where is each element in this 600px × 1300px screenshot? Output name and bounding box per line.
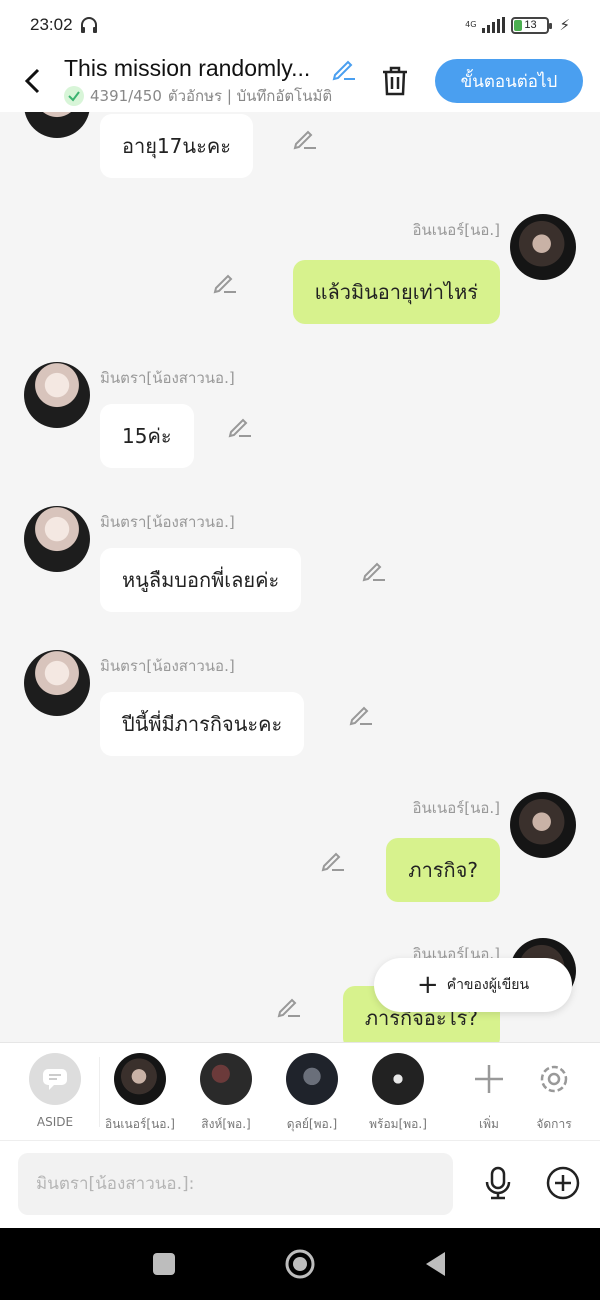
sender-name: มินตรา[น้องสาวนอ.] bbox=[100, 513, 235, 531]
edit-message-icon[interactable] bbox=[212, 270, 238, 296]
autosave-label: ตัวอักษร | บันทึกอัตโนมัติ bbox=[167, 86, 333, 105]
character-item[interactable]: อินเนอร์[นอ.] bbox=[100, 1053, 180, 1134]
battery-level: 13 bbox=[524, 19, 537, 31]
aside-label: ASIDE bbox=[36, 1115, 74, 1129]
character-item[interactable]: พร้อม[พอ.] bbox=[358, 1053, 438, 1134]
sender-name: มินตรา[น้องสาวนอ.] bbox=[100, 657, 235, 675]
message-bubble[interactable]: ภารกิจ? bbox=[386, 838, 500, 902]
charging-icon: ⚡ bbox=[559, 16, 570, 34]
manage-label: จัดการ bbox=[536, 1117, 572, 1131]
character-label: พร้อม[พอ.] bbox=[369, 1117, 427, 1131]
sender-name: อินเนอร์[นอ.] bbox=[412, 221, 500, 239]
author-note-button[interactable]: + คำของผู้เขียน bbox=[374, 958, 572, 1012]
network-label: 4G bbox=[465, 20, 477, 29]
edit-message-icon[interactable] bbox=[348, 702, 374, 728]
home-icon[interactable] bbox=[284, 1248, 316, 1280]
edit-message-icon[interactable] bbox=[320, 848, 346, 874]
check-icon bbox=[64, 85, 84, 106]
recents-icon[interactable] bbox=[148, 1248, 180, 1280]
add-label: เพิ่ม bbox=[479, 1117, 499, 1131]
gear-icon bbox=[540, 1065, 568, 1093]
back-icon[interactable] bbox=[8, 56, 58, 106]
char-count: 4391/450 bbox=[90, 86, 162, 105]
edit-title-icon[interactable] bbox=[331, 55, 357, 81]
message-bubble[interactable]: อายุ17นะคะ bbox=[100, 114, 253, 178]
app-header: This mission randomly... 4391/450 ตัวอัก… bbox=[0, 50, 600, 112]
sender-name: อินเนอร์[นอ.] bbox=[412, 799, 500, 817]
system-nav-bar bbox=[0, 1228, 600, 1300]
avatar[interactable] bbox=[24, 112, 90, 138]
avatar[interactable] bbox=[24, 506, 90, 572]
message-bubble[interactable]: แล้วมินอายุเท่าไหร่ bbox=[292, 260, 500, 324]
edit-message-icon[interactable] bbox=[292, 126, 318, 152]
battery-icon: 13 bbox=[511, 16, 553, 34]
avatar bbox=[286, 1053, 338, 1105]
character-bar: ASIDE อินเนอร์[นอ.] สิงห์[พอ.] ดุลย์[พอ.… bbox=[0, 1042, 600, 1140]
avatar[interactable] bbox=[24, 650, 90, 716]
input-bar bbox=[0, 1140, 600, 1228]
chat-area: อายุ17นะคะ อินเนอร์[นอ.] แล้วมินอายุเท่า… bbox=[0, 112, 600, 1042]
edit-message-icon[interactable] bbox=[276, 994, 302, 1020]
message-bubble[interactable]: 15ค่ะ bbox=[100, 404, 194, 468]
status-time: 23:02 bbox=[30, 15, 73, 34]
title-block: This mission randomly... 4391/450 ตัวอัก… bbox=[64, 55, 357, 108]
back-nav-icon[interactable] bbox=[420, 1248, 452, 1280]
character-label: อินเนอร์[นอ.] bbox=[105, 1117, 175, 1131]
aside-button[interactable]: ASIDE bbox=[15, 1053, 95, 1129]
avatar[interactable] bbox=[510, 792, 576, 858]
mic-icon[interactable] bbox=[480, 1165, 516, 1201]
page-title: This mission randomly... bbox=[64, 54, 311, 81]
character-item[interactable]: ดุลย์[พอ.] bbox=[272, 1053, 352, 1134]
character-label: ดุลย์[พอ.] bbox=[286, 1117, 338, 1131]
avatar bbox=[200, 1053, 252, 1105]
avatar bbox=[372, 1053, 424, 1105]
headphone-icon bbox=[80, 17, 97, 33]
message-input[interactable] bbox=[18, 1153, 453, 1215]
avatar bbox=[114, 1053, 166, 1105]
character-label: สิงห์[พอ.] bbox=[201, 1117, 251, 1131]
message-bubble[interactable]: ปีนี้พี่มีภารกิจนะคะ bbox=[100, 692, 305, 756]
avatar[interactable] bbox=[24, 362, 90, 428]
message-bubble[interactable]: หนูลืมบอกพี่เลยค่ะ bbox=[100, 548, 302, 612]
chat-bubble-icon bbox=[43, 1069, 67, 1090]
plus-icon: + bbox=[416, 970, 439, 1000]
character-item[interactable]: สิงห์[พอ.] bbox=[186, 1053, 266, 1134]
edit-message-icon[interactable] bbox=[361, 558, 387, 584]
status-bar: 23:02 4G 13 ⚡ bbox=[0, 0, 600, 50]
plus-icon bbox=[475, 1065, 503, 1093]
manage-characters-button[interactable]: จัดการ bbox=[514, 1053, 594, 1134]
trash-icon[interactable] bbox=[379, 65, 411, 97]
next-step-button[interactable]: ขั้นตอนต่อไป bbox=[435, 59, 583, 103]
add-circle-icon[interactable] bbox=[545, 1165, 581, 1201]
status-indicators: 4G 13 ⚡ bbox=[465, 16, 570, 34]
author-note-label: คำของผู้เขียน bbox=[446, 977, 530, 993]
sender-name: มินตรา[น้องสาวนอ.] bbox=[100, 369, 235, 387]
avatar[interactable] bbox=[510, 214, 576, 280]
edit-message-icon[interactable] bbox=[227, 414, 253, 440]
signal-icon bbox=[482, 17, 506, 33]
